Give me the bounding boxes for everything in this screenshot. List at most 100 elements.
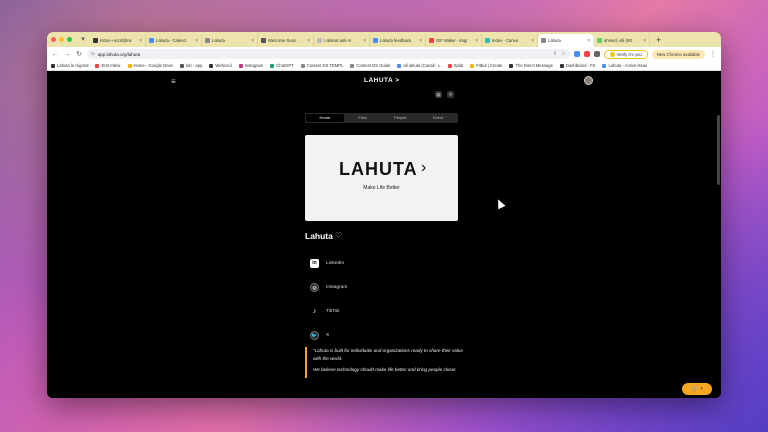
browser-tab[interactable]: Welcome Sunn × [258,34,314,47]
tab-label: I almost ask AI [324,38,352,43]
browser-tab[interactable]: Lahuta - Calend × [146,34,202,47]
bookmark-item[interactable]: all lahuta (Canall - L [397,63,441,68]
user-avatar[interactable] [584,76,593,85]
settings-icon[interactable]: ✲ [447,91,454,98]
bookmark-item[interactable]: Entr Inbox [95,63,121,68]
tab-label: Lahuta feedback [380,38,411,43]
tab-close-icon[interactable]: × [531,38,534,44]
back-icon[interactable]: ← [51,51,59,58]
bookmark-label: Lahuta - Active Issue [608,63,648,68]
tab-close-icon[interactable]: × [139,38,142,44]
tab-home[interactable]: Home [306,114,344,122]
bookmark-item[interactable]: Content DS Guide [350,63,390,68]
bookmark-item[interactable]: ChatGPT [270,63,294,68]
site-title[interactable]: LAHUTA > [364,77,400,84]
browser-tab[interactable]: Index - Canva × [482,34,538,47]
tab-event[interactable]: Event [419,114,457,122]
social-link-x[interactable]: 🐦 X [310,323,347,347]
minimize-window-button[interactable] [59,37,64,42]
maximize-window-button[interactable] [67,37,72,42]
grid-icon[interactable]: ▦ [435,91,442,98]
social-link-label: LinkedIn [326,260,345,266]
forward-icon[interactable]: → [63,51,71,58]
tab-favicon-icon [261,38,266,43]
tab-people[interactable]: People [382,114,420,122]
tab-label: Welcome Sunn [268,38,297,43]
address-bar[interactable]: ⊙ app.lahuta.org/lahuta ⇪ ☆ [87,49,570,59]
bookmark-label: Lahuta le régond [57,63,89,68]
verify-label: Verify it's you [616,51,642,57]
page-actions: ▦ ✲ [435,91,454,98]
quote-paragraph: We believe technology should make life b… [313,367,457,372]
tab-close-icon[interactable]: × [363,38,366,44]
hero-chevron-icon: › [421,159,427,176]
hero-logo-text: LAHUTA [339,159,418,179]
mouse-cursor-icon [494,197,506,210]
tab-close-icon[interactable]: × [251,38,254,44]
reload-icon[interactable]: ↻ [75,50,83,58]
bookmark-label: Content DS Guide [356,63,391,68]
heart-icon[interactable]: ♡ [335,231,342,240]
tab-strip: ▾ Inbox • scott@rw × Lahuta - Calend × Lahut… [47,32,721,47]
bookmark-item[interactable]: Lahuta le régond [51,63,88,68]
bookmark-item[interactable]: Instagram [238,63,263,68]
bookmark-item[interactable]: Webcool [209,63,232,68]
extension-icon[interactable] [573,51,580,57]
bookmark-label: Splat [453,63,464,68]
extensions-puzzle-icon[interactable] [593,51,600,57]
bookmark-label: Content DS TEMPL [306,63,344,68]
tab-close-icon[interactable]: × [307,38,310,44]
tab-close-icon[interactable]: × [643,38,646,44]
close-window-button[interactable] [51,37,56,42]
browser-window: ▾ Inbox • scott@rw × Lahuta - Calend × Lahut… [47,32,721,398]
bookmark-star-icon[interactable]: ☆ [561,51,565,57]
browser-tab[interactable]: GIF Maker - imgr × [426,34,482,47]
more-menu-icon[interactable]: ⋮ [709,50,717,58]
browser-tab[interactable]: ahmed, elli (8G × [594,34,650,47]
tab-search-icon[interactable]: ▾ [78,35,88,45]
menu-icon[interactable]: ≡ [171,77,176,86]
share-icon[interactable]: ⇪ [553,51,557,57]
bookmark-item[interactable]: Splat [447,63,464,68]
bookmark-favicon-icon [509,63,514,68]
bookmark-item[interactable]: The Direct Message [509,63,553,68]
browser-tab[interactable]: Lahuta × [202,34,258,47]
bookmark-item[interactable]: Dashboard - FS [559,63,595,68]
browser-tab[interactable]: Lahuta feedback × [370,34,426,47]
bookmark-item[interactable]: Content DS TEMPL [300,63,344,68]
cart-button[interactable]: 🛒 › [682,383,712,395]
social-link-instagram[interactable]: ◎ Instagram [310,275,347,299]
x-icon: 🐦 [310,330,319,340]
verify-button[interactable]: Verify it's you [603,49,648,59]
tab-favicon-icon [149,38,154,43]
bookmark-favicon-icon [397,63,402,68]
tab-label: Lahuta - Calend [156,38,186,43]
tab-close-icon[interactable]: × [195,38,198,44]
extension-icon[interactable] [583,51,590,57]
tab-label: Index - Canva [492,38,519,43]
bookmark-favicon-icon [270,63,275,68]
new-tab-button[interactable]: + [656,35,661,45]
bookmark-item[interactable]: Iob - app [179,63,202,68]
tab-favicon-icon [317,38,322,43]
tab-close-icon[interactable]: × [587,38,590,44]
social-link-linkedin[interactable]: in LinkedIn [310,251,347,275]
tab-close-icon[interactable]: × [475,38,478,44]
social-link-tiktok[interactable]: ♪ TikTok [310,299,347,323]
tab-files[interactable]: Files [344,114,382,122]
update-chrome-button[interactable]: New Chrome available [651,49,705,59]
site-info-icon[interactable]: ⊙ [91,51,95,57]
tab-favicon-icon [541,38,546,43]
omnibox-actions: ⇪ ☆ [553,51,566,57]
browser-tab[interactable]: Inbox • scott@rw × [90,34,146,47]
tab-list: Inbox • scott@rw × Lahuta - Calend × Lahuta ×… [90,32,650,47]
tab-close-icon[interactable]: × [419,38,422,44]
tab-label: Inbox • scott@rw [100,38,132,43]
browser-tab[interactable]: Lahuta × [538,34,594,47]
bookmark-favicon-icon [95,63,100,68]
bookmark-item[interactable]: Lahuta - Active Issue [602,63,647,68]
bookmark-item[interactable]: Home - Google Drive [127,63,173,68]
bookmark-item[interactable]: Fitbul | Create [470,63,502,68]
browser-tab[interactable]: I almost ask AI × [314,34,370,47]
page-scrollbar[interactable] [717,115,720,185]
